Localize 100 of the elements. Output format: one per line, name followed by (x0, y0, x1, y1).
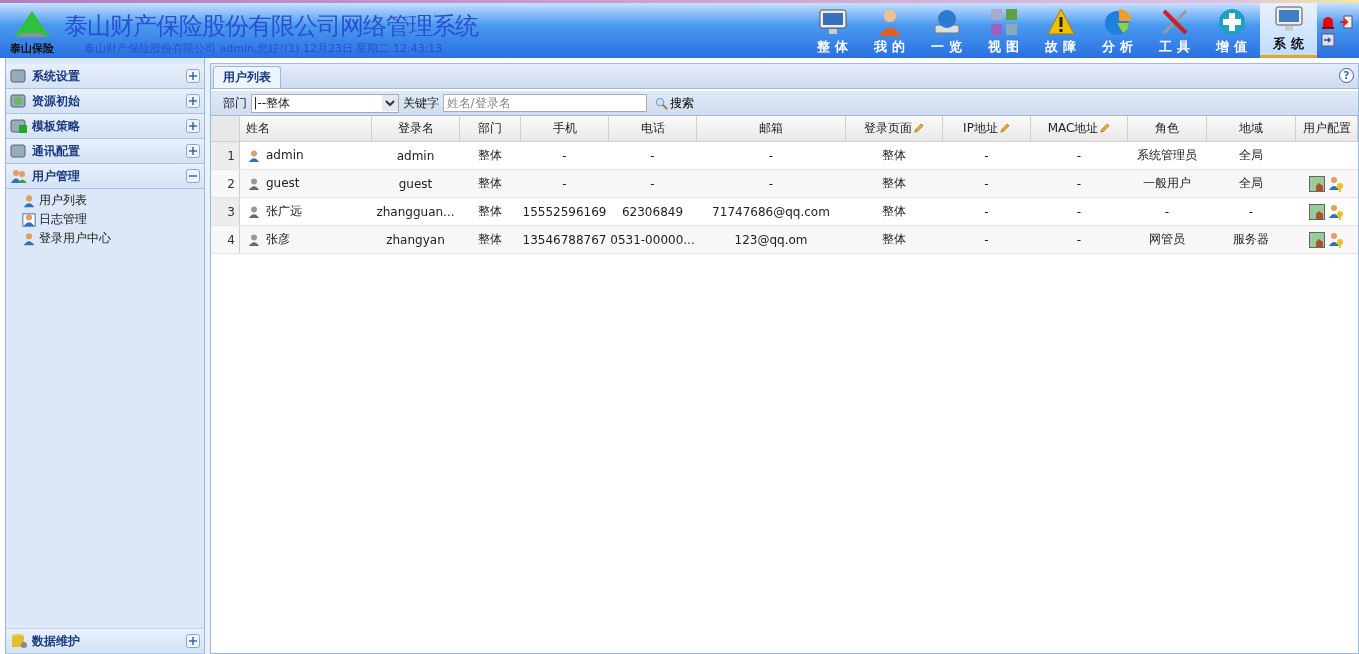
table-cell: zhangyan (371, 225, 460, 254)
nav-button[interactable]: 故障 (1032, 3, 1089, 58)
nav-button[interactable]: 系统 (1260, 3, 1317, 58)
table-cell: - (1030, 225, 1128, 254)
row-number: 1 (210, 141, 240, 170)
sidebar-section-header[interactable]: 模板策略 (6, 114, 204, 139)
sidebar-section-header[interactable]: 通讯配置 (6, 139, 204, 164)
table-cell: 62306849 (608, 197, 697, 226)
tab[interactable]: 用户列表 (212, 66, 281, 88)
column-header[interactable]: 姓名 (239, 116, 372, 142)
mountain-logo-icon (12, 9, 52, 39)
column-header[interactable]: 角色 (1127, 116, 1207, 142)
table-cell: 整体 (459, 197, 521, 226)
nav-button[interactable]: 我的 (861, 3, 918, 58)
table-cell: - (608, 169, 697, 198)
table-cell: - (520, 169, 609, 198)
table-cell: 张广远 (239, 197, 372, 226)
nav-button[interactable]: 一览 (918, 3, 975, 58)
sidebar-section-header[interactable]: 资源初始 (6, 89, 204, 114)
map-icon[interactable] (1308, 203, 1325, 220)
column-header[interactable]: 电话 (608, 116, 697, 142)
table-cell: - (1030, 169, 1128, 198)
collapse-icon[interactable] (185, 169, 200, 183)
keyword-input[interactable]: 姓名/登录名 (442, 94, 647, 112)
dropdown-icon (381, 95, 398, 111)
table-cell: - (1127, 197, 1207, 226)
table-cell: - (520, 141, 609, 170)
sidebar-section-header[interactable]: 用户管理 (6, 164, 204, 189)
table-cell: - (696, 141, 846, 170)
table-cell: admin (371, 141, 460, 170)
nav-button[interactable]: 分析 (1089, 3, 1146, 58)
table-cell: - (942, 197, 1031, 226)
alarm-light-icon[interactable] (1321, 15, 1335, 29)
column-header[interactable]: 部门 (459, 116, 521, 142)
table-cell: 网管员 (1127, 225, 1207, 254)
column-header[interactable]: 地域 (1206, 116, 1296, 142)
table-cell: 整体 (845, 225, 943, 254)
grid-icon (988, 7, 1019, 37)
pie-icon (1102, 7, 1133, 37)
table-cell: 张彦 (239, 225, 372, 254)
row-number: 3 (210, 197, 240, 226)
nav-button[interactable]: 工具 (1146, 3, 1203, 58)
expand-icon[interactable] (185, 119, 200, 133)
table-cell: - (942, 141, 1031, 170)
help-button[interactable]: ? (1339, 68, 1354, 83)
exit-icon[interactable] (1339, 15, 1353, 29)
nav-button[interactable]: 整体 (804, 3, 861, 58)
sidebar-item[interactable]: 日志管理 (22, 210, 204, 229)
column-header[interactable]: IP地址 (942, 116, 1031, 142)
sidebar-section-header[interactable]: 系统设置 (6, 64, 204, 89)
table-cell: - (942, 169, 1031, 198)
table-cell: 15552596169 (520, 197, 609, 226)
sidebar-item[interactable]: 用户列表 (22, 191, 204, 210)
keyword-label: 关键字 (402, 94, 439, 112)
column-header[interactable]: MAC地址 (1030, 116, 1128, 142)
table-cell: 全局 (1206, 169, 1296, 198)
row-number: 4 (210, 225, 240, 254)
table-cell: - (1206, 197, 1296, 226)
table-cell: guest (239, 169, 372, 198)
users-key-icon[interactable] (1328, 203, 1345, 220)
table-cell: 全局 (1206, 141, 1296, 170)
warning-icon (1045, 7, 1076, 37)
table-cell: guest (371, 169, 460, 198)
table-cell: 整体 (845, 197, 943, 226)
column-header[interactable]: 用户配置 (1295, 116, 1358, 142)
users-key-icon[interactable] (1328, 231, 1345, 248)
expand-icon[interactable] (185, 94, 200, 108)
id-card-icon (22, 212, 36, 227)
table-cell: 整体 (459, 141, 521, 170)
table-cell: 服务器 (1206, 225, 1296, 254)
nav-button[interactable]: 视图 (975, 3, 1032, 58)
sidebar-section-header[interactable]: 数据维护 (6, 628, 204, 654)
table-cell: - (696, 169, 846, 198)
table-cell: 整体 (845, 141, 943, 170)
column-header[interactable]: 登录页面 (845, 116, 943, 142)
map-icon[interactable] (1308, 175, 1325, 192)
table-cell: - (1030, 141, 1128, 170)
table-cell: 0531-00000... (608, 225, 697, 254)
table-cell: - (1030, 197, 1128, 226)
database-icon (10, 633, 28, 649)
expand-icon[interactable] (185, 144, 200, 158)
expand-icon[interactable] (185, 69, 200, 83)
nav-button[interactable]: 增值 (1203, 3, 1260, 58)
table-cell: 系统管理员 (1127, 141, 1207, 170)
expand-icon[interactable] (185, 634, 200, 648)
column-header[interactable]: 手机 (520, 116, 609, 142)
table-cell: admin (239, 141, 372, 170)
login-icon[interactable] (1321, 33, 1335, 47)
search-button[interactable]: 搜索 (650, 94, 698, 112)
department-select[interactable]: |--整体 (250, 93, 399, 113)
table-cell: 整体 (845, 169, 943, 198)
map-icon[interactable] (1308, 231, 1325, 248)
users-key-icon[interactable] (1328, 175, 1345, 192)
column-header[interactable]: 邮箱 (696, 116, 846, 142)
row-number: 2 (210, 169, 240, 198)
system-title: 泰山财产保险股份有限公司网络管理系统 (64, 11, 478, 41)
table-cell: 71747686@qq.com (696, 197, 846, 226)
column-header[interactable]: 登录名 (371, 116, 460, 142)
sidebar-item[interactable]: 登录用户中心 (22, 229, 204, 248)
logo-text: 泰山保险 (10, 41, 54, 56)
